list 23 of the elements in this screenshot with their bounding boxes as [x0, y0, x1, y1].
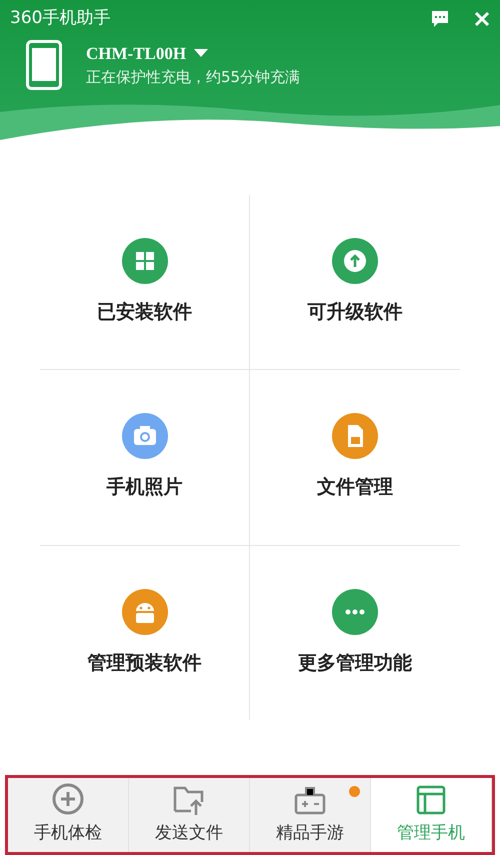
device-name[interactable]: CHM-TL00H [86, 40, 186, 66]
bottom-tab[interactable]: 手机体检 [8, 778, 129, 852]
tile-label[interactable]: 文件管理 [317, 473, 393, 502]
feedback-icon[interactable] [430, 8, 450, 29]
tile-label[interactable]: 管理预装软件 [88, 648, 202, 678]
tile-label[interactable]: 更多管理功能 [298, 648, 412, 678]
grid-icon[interactable] [122, 238, 168, 284]
window-title: 360手机助手 [10, 7, 110, 30]
camera-icon[interactable] [122, 413, 168, 460]
robot-icon[interactable] [122, 588, 168, 635]
tile-label[interactable]: 可升级软件 [308, 298, 402, 326]
caret-icon[interactable] [194, 49, 208, 58]
more-icon[interactable] [332, 588, 378, 635]
plus-circle-icon [50, 782, 86, 816]
upload-icon[interactable] [332, 238, 378, 284]
tile-label[interactable]: 手机照片 [106, 473, 182, 502]
phone-icon [26, 40, 62, 90]
close-icon[interactable] [474, 10, 490, 27]
bottom-tab[interactable]: 精品手游 [250, 778, 371, 852]
charging-status: 正在保护性充电，约55分钟充满 [86, 67, 300, 88]
bottom-tab[interactable]: 发送文件 [129, 778, 250, 852]
tile-label[interactable]: 已安装软件 [97, 298, 192, 326]
sd-card-icon[interactable] [332, 413, 378, 460]
